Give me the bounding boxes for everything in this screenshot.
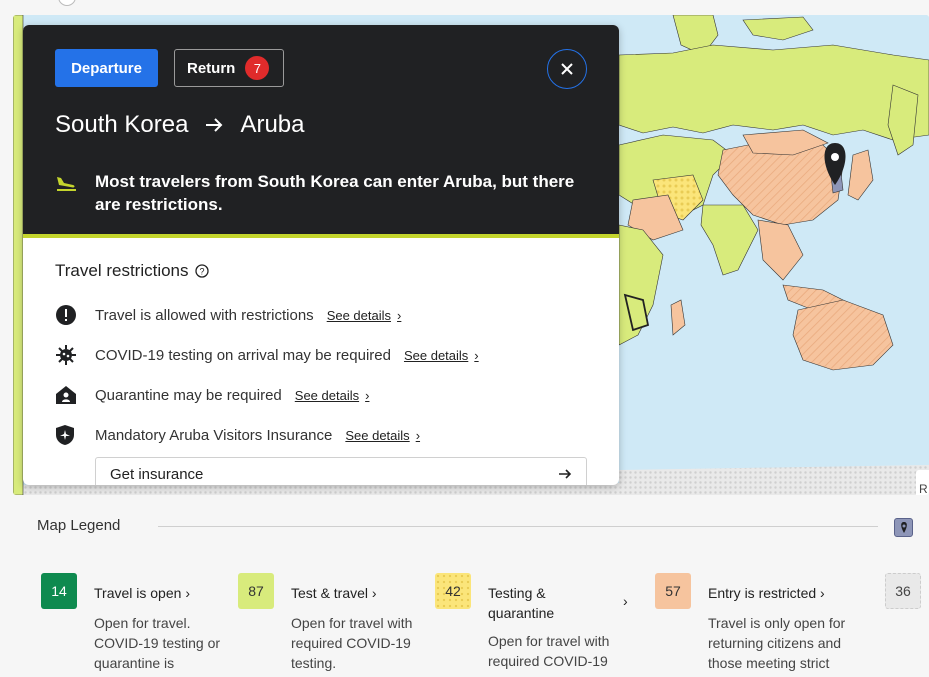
restriction-row: COVID-19 testing on arrival may be requi… <box>55 335 587 375</box>
restrictions-title: Travel restrictions <box>55 261 189 280</box>
map-legend-title: Map Legend <box>37 517 121 534</box>
restriction-text: Quarantine may be required <box>95 386 282 404</box>
plane-landing-icon <box>55 170 95 216</box>
see-details-link[interactable]: See details › <box>404 348 479 363</box>
chevron-right-icon: › <box>415 427 421 443</box>
exclamation-icon <box>55 304 95 326</box>
chevron-right-icon: › <box>820 585 825 601</box>
panel-accent-bar <box>23 234 619 238</box>
restriction-text: COVID-19 testing on arrival may be requi… <box>95 346 391 364</box>
chevron-right-icon: › <box>185 585 190 601</box>
quarantine-house-icon <box>55 384 95 406</box>
chevron-right-icon: › <box>365 387 370 403</box>
return-button[interactable]: Return 7 <box>174 49 284 87</box>
virus-icon <box>55 344 95 366</box>
legend-count-box: 36 <box>885 573 921 609</box>
shield-plane-icon <box>55 424 95 446</box>
restriction-row: Mandatory Aruba Visitors Insurance See d… <box>55 415 587 455</box>
destination-country: Aruba <box>240 111 305 138</box>
entry-notice-text: Most travelers from South Korea can ente… <box>95 172 575 214</box>
chevron-right-icon: › <box>371 585 377 601</box>
see-details-link[interactable]: See details › <box>295 388 370 403</box>
see-details-link[interactable]: See details › <box>345 428 420 443</box>
legend-item-desc: Open for travel. COVID-19 testing or qua… <box>94 615 221 671</box>
chevron-right-icon: › <box>623 593 628 609</box>
legend-item-desc: Open for travel with required COVID-19 t… <box>291 615 413 671</box>
arrow-right-icon <box>559 469 572 479</box>
get-insurance-label: Get insurance <box>110 465 204 483</box>
help-icon[interactable]: ? <box>194 264 209 278</box>
page: { "trip": { "departure_label": "Departur… <box>0 0 929 677</box>
arrow-right-icon <box>204 117 224 133</box>
legend-count-box: 87 <box>238 573 274 609</box>
departure-button[interactable]: Departure <box>55 49 158 87</box>
close-button[interactable] <box>547 49 587 89</box>
legend-count-box: 57 <box>655 573 691 609</box>
see-details-link[interactable]: See details › <box>327 308 402 323</box>
top-control[interactable] <box>58 0 76 6</box>
restriction-text: Mandatory Aruba Visitors Insurance <box>95 426 333 444</box>
chevron-right-icon: › <box>474 347 479 363</box>
origin-country: South Korea <box>55 111 189 138</box>
legend-item-desc: Open for travel with required COVID-19 <box>488 633 610 669</box>
return-label: Return <box>187 59 236 77</box>
close-icon <box>561 63 573 75</box>
restriction-row: Quarantine may be required See details › <box>55 375 587 415</box>
legend-item-name: Test & travel › <box>291 585 377 601</box>
map-edge-control[interactable]: R <box>916 470 929 495</box>
legend-item-name: Testing & quarantine <box>488 585 555 621</box>
restriction-row: Travel is allowed with restrictions See … <box>55 295 587 335</box>
legend-item-desc: Travel is only open for returning citize… <box>708 615 846 671</box>
legend-count-box: 14 <box>41 573 77 609</box>
restrictions-heading: Travel restrictions ? <box>55 261 587 281</box>
legend-item-name: Travel is open › <box>94 585 190 601</box>
panel-header: Departure Return 7 South Korea Aruba Mos… <box>23 25 619 234</box>
return-count-badge: 7 <box>245 56 270 80</box>
get-insurance-button[interactable]: Get insurance <box>95 457 587 485</box>
legend-count-box: 42 <box>435 573 471 609</box>
svg-text:?: ? <box>199 267 204 277</box>
chevron-right-icon: › <box>397 307 402 323</box>
route-title: South Korea Aruba <box>55 111 304 139</box>
legend-divider <box>158 526 878 527</box>
travel-info-panel: Departure Return 7 South Korea Aruba Mos… <box>23 25 619 485</box>
map-pin-icon[interactable] <box>894 518 913 537</box>
entry-notice: Most travelers from South Korea can ente… <box>55 170 575 216</box>
legend-item-name: Entry is restricted › <box>708 585 825 601</box>
restriction-text: Travel is allowed with restrictions <box>95 306 314 324</box>
restrictions-section: Travel restrictions ? Travel is allowed … <box>55 261 587 485</box>
